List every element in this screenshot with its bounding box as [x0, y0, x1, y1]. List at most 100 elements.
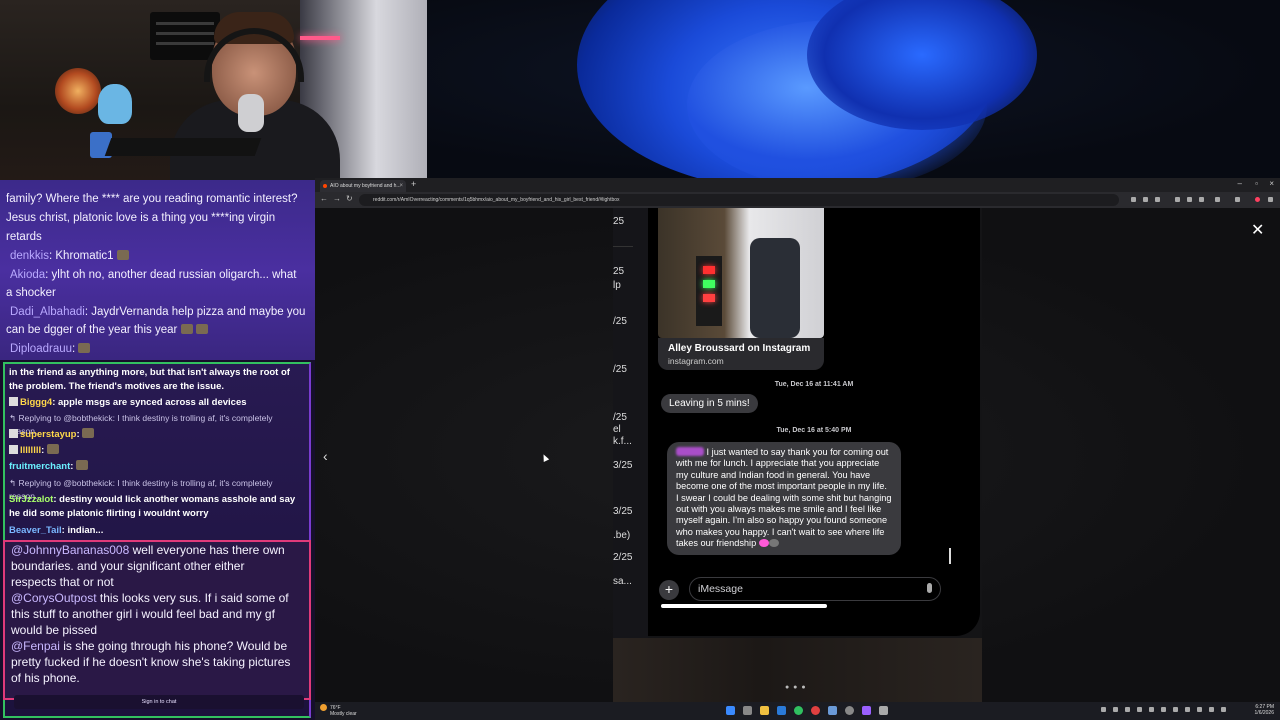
- chat-username[interactable]: @CorysOutpost: [11, 591, 97, 605]
- tray-icon[interactable]: [1125, 707, 1130, 712]
- screen: family? Where the **** are you reading r…: [0, 0, 1280, 720]
- file-explorer-icon[interactable]: [760, 706, 769, 715]
- address-bar[interactable]: reddit.com/r/AmIOverreacting/comments/1q…: [359, 194, 1119, 206]
- chat-message: SirJzzalot: destiny would lick another w…: [9, 493, 305, 506]
- chat-username[interactable]: SirJzzalot: [9, 494, 53, 505]
- chat-message: @JohnnyBananas008 well everyone has ther…: [11, 542, 305, 558]
- weather-icon: [320, 704, 327, 711]
- chat-message: llllllll:: [9, 444, 305, 457]
- tray-icon[interactable]: [1221, 707, 1226, 712]
- app-icon[interactable]: [879, 706, 888, 715]
- emote: [180, 324, 193, 334]
- windows-start-icon[interactable]: [726, 706, 735, 715]
- chat-username[interactable]: superstayup: [20, 429, 77, 440]
- user-badge-icon: [9, 397, 18, 406]
- app-icon[interactable]: [862, 706, 871, 715]
- chat-line: this stuff to another girl i would feel …: [11, 607, 275, 621]
- wifi-icon[interactable]: [1197, 707, 1202, 712]
- chat-username[interactable]: Akioda: [10, 269, 45, 281]
- chat-username[interactable]: fruitmerchant: [9, 461, 70, 472]
- chevron-left-icon[interactable]: ‹: [323, 448, 328, 464]
- carousel-dots[interactable]: ● ● ●: [785, 684, 807, 691]
- imessage-input[interactable]: iMessage: [689, 577, 941, 601]
- reddit-icon: [323, 184, 327, 188]
- chat-line: the problem. The friend's motives are th…: [9, 381, 225, 392]
- chat-line: respects that or not: [11, 575, 114, 589]
- chat-line: pretty fucked if he doesn't know she's t…: [11, 655, 291, 669]
- sidebar-icon[interactable]: [1215, 197, 1220, 202]
- extension-icon[interactable]: [1131, 197, 1136, 202]
- chat-text: this looks very sus. If i said some of: [96, 591, 289, 605]
- divider: [613, 246, 633, 247]
- list-date: el: [613, 424, 621, 435]
- profile-icon[interactable]: [1235, 197, 1240, 202]
- system-clock[interactable]: 6:27 PM 1/6/2026: [1255, 704, 1274, 716]
- extension-icon[interactable]: [1175, 197, 1180, 202]
- obs-icon[interactable]: [845, 706, 854, 715]
- list-date: 3/25: [613, 506, 633, 517]
- tray-icon[interactable]: [1149, 707, 1154, 712]
- link-domain: instagram.com: [668, 356, 724, 366]
- plus-icon[interactable]: +: [659, 580, 679, 600]
- volume-icon[interactable]: [1209, 707, 1214, 712]
- list-date: /25: [613, 364, 627, 375]
- mic-icon[interactable]: [927, 583, 932, 593]
- browser-tab[interactable]: AIO about my boyfriend and h... ×: [320, 180, 406, 192]
- chat-username[interactable]: Diploadrauu: [10, 343, 72, 355]
- avatar[interactable]: [1255, 197, 1260, 202]
- spotify-icon[interactable]: [794, 706, 803, 715]
- maximize-button[interactable]: ▫: [1255, 179, 1258, 188]
- chat-username[interactable]: Beaver_Tail: [9, 525, 62, 536]
- chat-username[interactable]: denkkis: [10, 250, 49, 262]
- webcam-feed: [0, 0, 427, 180]
- neon-light: [300, 36, 340, 40]
- tray-icon[interactable]: [1101, 707, 1106, 712]
- scroll-indicator: [949, 548, 951, 564]
- bookmark-icon[interactable]: [1155, 197, 1160, 202]
- message-timestamp: Tue, Dec 16 at 11:41 AM: [774, 381, 854, 388]
- weather-widget[interactable]: 76°F Mostly clear: [320, 704, 357, 717]
- menu-icon[interactable]: [1268, 197, 1273, 202]
- chat-username[interactable]: Dadi_Albahadi: [10, 306, 85, 318]
- list-date: k.f...: [613, 436, 632, 447]
- edge-icon[interactable]: [777, 706, 786, 715]
- led-light: [703, 280, 715, 288]
- app-icon[interactable]: [828, 706, 837, 715]
- chat-message: @Fenpai is she going through his phone? …: [11, 638, 305, 654]
- tray-icon[interactable]: [1113, 707, 1118, 712]
- close-icon[interactable]: ✕: [1251, 220, 1264, 240]
- reload-button[interactable]: ↻: [346, 194, 353, 203]
- chat-line: he did some platonic flirting i wouldnt …: [9, 508, 209, 519]
- task-view-icon[interactable]: [743, 706, 752, 715]
- redacted-name: [676, 447, 704, 456]
- chat-message: Akioda: ylht oh no, another dead russian…: [10, 266, 309, 284]
- extension-icon[interactable]: [1199, 197, 1204, 202]
- list-date: /25: [613, 412, 627, 423]
- back-button[interactable]: ←: [320, 194, 328, 203]
- minimize-button[interactable]: –: [1238, 179, 1242, 188]
- chat-message: Diploadrauu:: [10, 340, 309, 358]
- tab-close-icon[interactable]: ×: [399, 180, 403, 192]
- tray-icon[interactable]: [1137, 707, 1142, 712]
- list-date: 25: [613, 216, 625, 227]
- emote: [76, 460, 89, 470]
- tray-icon[interactable]: [1185, 707, 1190, 712]
- tray-icon[interactable]: [1173, 707, 1178, 712]
- chat-text: : apple msgs are synced across all devic…: [52, 397, 247, 408]
- message-bubble-long: I just wanted to say thank you for comin…: [667, 442, 901, 555]
- extension-icon[interactable]: [1187, 197, 1192, 202]
- chat-username[interactable]: Biggg4: [20, 397, 52, 408]
- forward-button[interactable]: →: [333, 194, 341, 203]
- sign-in-to-chat-button[interactable]: Sign in to chat: [14, 695, 304, 709]
- chat-username[interactable]: @Fenpai: [11, 639, 60, 653]
- chat-username[interactable]: @JohnnyBananas008: [11, 543, 129, 557]
- close-window-button[interactable]: ×: [1269, 179, 1274, 188]
- browser-window: AIO about my boyfriend and h... × + – ▫ …: [315, 178, 1280, 702]
- tray-icon[interactable]: [1161, 707, 1166, 712]
- chat-username[interactable]: llllllll: [20, 445, 41, 456]
- temperature: 76°F: [330, 704, 341, 711]
- chat-text: : ylht oh no, another dead russian oliga…: [45, 269, 297, 281]
- chrome-icon[interactable]: [811, 706, 820, 715]
- zoom-icon[interactable]: [1143, 197, 1148, 202]
- new-tab-button[interactable]: +: [411, 179, 416, 189]
